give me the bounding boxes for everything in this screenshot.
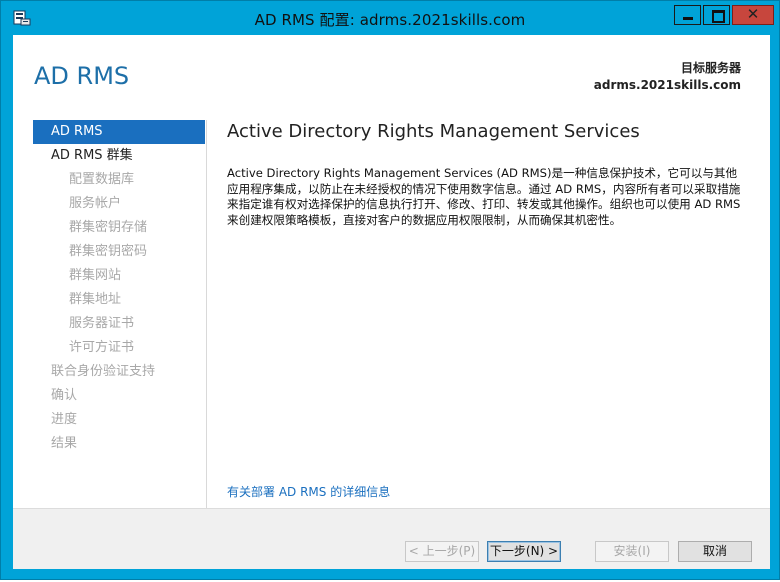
previous-button[interactable]: < 上一步(P) (405, 541, 479, 562)
next-button[interactable]: 下一步(N) > (487, 541, 561, 562)
nav-item-ad-rms-cluster[interactable]: AD RMS 群集 (33, 144, 205, 168)
description-text: Active Directory Rights Management Servi… (227, 166, 741, 227)
close-icon: ✕ (746, 5, 760, 23)
configuration-wizard-window: AD RMS 配置: adrms.2021skills.com ✕ AD RMS… (0, 0, 780, 580)
destination-server-label: 目标服务器 (680, 61, 741, 75)
nav-item-cluster-key-password: 群集密钥密码 (69, 244, 148, 259)
nav-item-results: 结果 (51, 436, 78, 451)
content-heading: Active Directory Rights Management Servi… (227, 121, 640, 142)
wizard-nav: AD RMS AD RMS 群集 配置数据库 服务帐户 群集密钥存储 群集密钥密… (33, 120, 205, 456)
minimize-icon (683, 17, 693, 20)
nav-item-ad-rms[interactable]: AD RMS (33, 120, 205, 144)
nav-item-server-certificate: 服务器证书 (69, 316, 135, 331)
nav-item-cluster-key-storage: 群集密钥存储 (69, 220, 148, 235)
maximize-button[interactable] (703, 5, 730, 25)
window-title: AD RMS 配置: adrms.2021skills.com (254, 11, 526, 29)
wizard-footer: < 上一步(P) 下一步(N) > 安装(I) 取消 (13, 508, 770, 569)
minimize-button[interactable] (674, 5, 701, 25)
nav-item-cluster-address: 群集地址 (69, 292, 122, 307)
title-bar[interactable]: AD RMS 配置: adrms.2021skills.com ✕ (1, 1, 779, 35)
nav-item-confirmation: 确认 (51, 388, 78, 403)
destination-server-name: adrms.2021skills.com (593, 78, 741, 92)
page-title: AD RMS (34, 62, 130, 90)
install-button[interactable]: 安装(I) (595, 541, 669, 562)
cancel-button[interactable]: 取消 (678, 541, 752, 562)
maximize-icon (712, 10, 725, 23)
nav-divider (206, 120, 207, 508)
nav-item-federation-support: 联合身份验证支持 (51, 364, 156, 379)
nav-item-service-account: 服务帐户 (69, 196, 122, 211)
nav-item-cluster-website: 群集网站 (69, 268, 122, 283)
nav-item-config-database: 配置数据库 (69, 172, 135, 187)
close-button[interactable]: ✕ (732, 5, 774, 25)
nav-item-licensor-certificate: 许可方证书 (69, 340, 135, 355)
wizard-client-area: AD RMS 目标服务器 adrms.2021skills.com AD RMS… (13, 35, 770, 569)
more-info-link[interactable]: 有关部署 AD RMS 的详细信息 (227, 483, 390, 500)
nav-item-progress: 进度 (51, 412, 78, 427)
